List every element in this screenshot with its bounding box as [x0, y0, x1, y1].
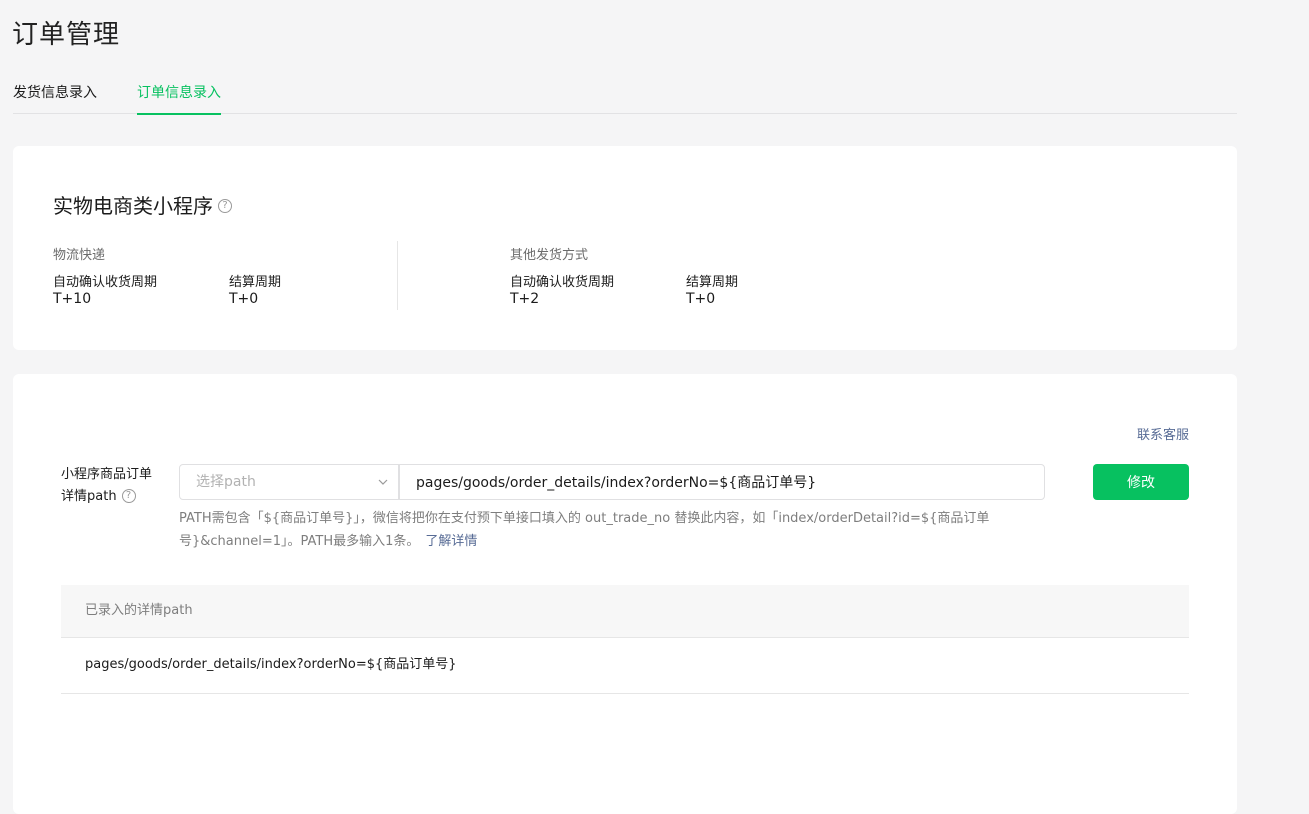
table-header: 已录入的详情path	[61, 585, 1189, 638]
auto-confirm-label: 自动确认收货周期	[53, 275, 158, 290]
path-hint-text: PATH需包含「${商品订单号}」，微信将把你在支付预下单接口填入的 out_t…	[179, 511, 990, 549]
path-label-line2: 详情path?	[61, 486, 171, 508]
tab-shipping-info[interactable]: 发货信息录入	[13, 82, 97, 114]
path-form-label: 小程序商品订单 详情path?	[61, 464, 171, 508]
path-input[interactable]	[399, 464, 1045, 500]
path-label-line1: 小程序商品订单	[61, 467, 153, 482]
help-icon[interactable]: ?	[218, 198, 232, 213]
chevron-down-icon	[378, 479, 388, 485]
settlement-value: T+0	[686, 291, 716, 307]
settlement-value: T+0	[229, 291, 259, 307]
path-select-placeholder: 选择path	[196, 474, 256, 490]
section-title: 实物电商类小程序?	[53, 190, 232, 219]
tab-bar: 发货信息录入 订单信息录入	[13, 76, 1237, 115]
group-title-logistics: 物流快递	[53, 248, 106, 263]
settlement-label: 结算周期	[229, 275, 282, 290]
auto-confirm-label: 自动确认收货周期	[510, 275, 615, 290]
settlement-label: 结算周期	[686, 275, 739, 290]
tab-order-info[interactable]: 订单信息录入	[137, 82, 221, 115]
auto-confirm-value: T+2	[510, 291, 540, 307]
auto-confirm-value: T+10	[53, 291, 92, 307]
learn-more-link[interactable]: 了解详情	[425, 534, 477, 549]
path-config-card: 联系客服 小程序商品订单 详情path? 选择path 修改 PATH需包含「$…	[13, 374, 1237, 814]
divider	[397, 241, 398, 310]
group-title-other: 其他发货方式	[510, 248, 589, 263]
path-label-line2-text: 详情path	[61, 489, 117, 504]
modify-button[interactable]: 修改	[1093, 464, 1189, 500]
contact-support-link[interactable]: 联系客服	[1137, 424, 1189, 443]
page-title: 订单管理	[12, 20, 121, 50]
path-select[interactable]: 选择path	[179, 464, 399, 500]
category-card: 实物电商类小程序? 物流快递 自动确认收货周期 T+10 结算周期 T+0 其他…	[13, 146, 1237, 350]
path-hint: PATH需包含「${商品订单号}」，微信将把你在支付预下单接口填入的 out_t…	[179, 507, 1059, 553]
table-row: pages/goods/order_details/index?orderNo=…	[61, 638, 1189, 694]
help-icon[interactable]: ?	[121, 488, 136, 503]
category-title: 实物电商类小程序	[53, 194, 213, 218]
